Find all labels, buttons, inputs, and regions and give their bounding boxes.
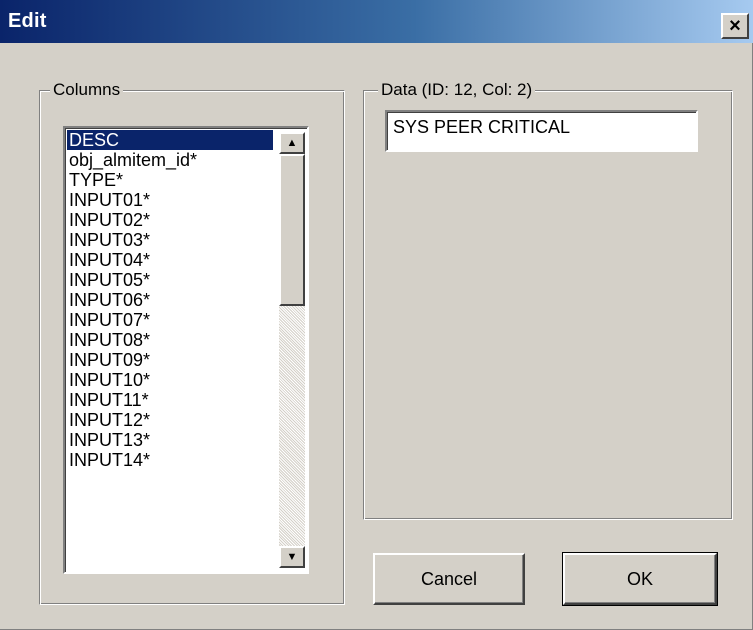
columns-list: DESC obj_almitem_id* TYPE* INPUT01* INPUT02*… (67, 130, 273, 470)
list-item[interactable]: INPUT08* (67, 330, 273, 350)
cancel-button[interactable]: Cancel (373, 553, 525, 605)
columns-scrollbar[interactable]: ▲ ▼ (279, 132, 305, 568)
window-title: Edit (8, 10, 47, 32)
list-item[interactable]: INPUT09* (67, 350, 273, 370)
list-item[interactable]: INPUT10* (67, 370, 273, 390)
list-item[interactable]: INPUT05* (67, 270, 273, 290)
edit-dialog: Edit × Columns DESC obj_almitem_id* TYPE* I… (0, 0, 753, 630)
scroll-down-button[interactable]: ▼ (279, 546, 305, 568)
data-groupbox (363, 90, 733, 520)
list-item[interactable]: INPUT01* (67, 190, 273, 210)
list-item[interactable]: obj_almitem_id* (67, 150, 273, 170)
arrow-down-icon: ▼ (286, 550, 298, 563)
title-bar[interactable]: Edit × (0, 0, 753, 43)
close-button[interactable]: × (721, 13, 749, 39)
list-item[interactable]: INPUT11* (67, 390, 273, 410)
list-item[interactable]: INPUT12* (67, 410, 273, 430)
list-item[interactable]: INPUT04* (67, 250, 273, 270)
close-icon: × (729, 15, 741, 37)
columns-group-label: Columns (50, 80, 124, 100)
list-item[interactable]: INPUT03* (67, 230, 273, 250)
columns-listbox[interactable]: DESC obj_almitem_id* TYPE* INPUT01* INPUT02*… (63, 126, 309, 574)
arrow-up-icon: ▲ (286, 136, 298, 149)
list-item[interactable]: INPUT14* (67, 450, 273, 470)
ok-button-label: OK (626, 568, 653, 589)
list-item[interactable]: INPUT06* (67, 290, 273, 310)
scroll-thumb[interactable] (279, 154, 305, 306)
list-item[interactable]: DESC (67, 130, 273, 150)
cancel-button-label: Cancel (420, 568, 478, 589)
ok-button[interactable]: OK (562, 552, 718, 606)
list-item[interactable]: INPUT07* (67, 310, 273, 330)
data-group-label: Data (ID: 12, Col: 2) (378, 80, 536, 100)
scroll-up-button[interactable]: ▲ (279, 132, 305, 154)
list-item[interactable]: INPUT02* (67, 210, 273, 230)
list-item[interactable]: INPUT13* (67, 430, 273, 450)
list-item[interactable]: TYPE* (67, 170, 273, 190)
data-value-field[interactable]: SYS PEER CRITICAL (385, 110, 698, 152)
